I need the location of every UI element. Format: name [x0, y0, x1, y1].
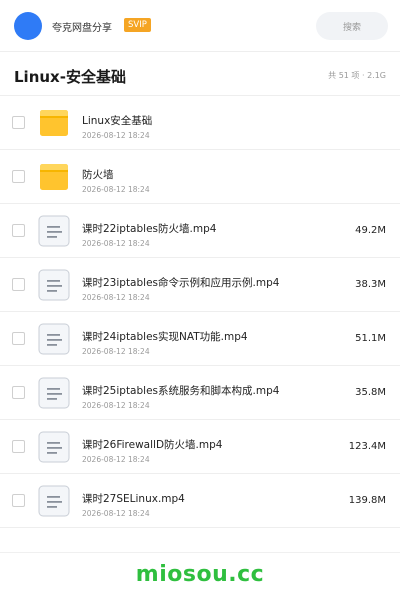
svip-badge: SVIP — [124, 18, 151, 32]
folder-icon — [38, 161, 70, 193]
watermark: miosou.cc — [135, 562, 265, 587]
file-name: 课时26FirewallD防火墙.mp4 — [82, 439, 223, 451]
file-list: Linux安全基础 2026-08-12 18:24 防火墙 2026-08-12 1… — [0, 96, 400, 528]
avatar[interactable] — [14, 12, 42, 40]
document-icon — [38, 215, 70, 247]
file-date: 2026-08-12 18:24 — [82, 131, 150, 140]
file-size: 49.2M — [355, 225, 386, 236]
document-icon — [38, 269, 70, 301]
row-checkbox[interactable] — [12, 494, 25, 507]
document-icon — [38, 485, 70, 517]
file-size: 139.8M — [348, 495, 386, 506]
file-row[interactable]: 课时27SELinux.mp4 2026-08-12 18:24 139.8M — [0, 474, 400, 528]
file-size: 35.8M — [355, 387, 386, 398]
row-checkbox[interactable] — [12, 332, 25, 345]
file-size: 51.1M — [355, 333, 386, 344]
file-name: Linux安全基础 — [82, 115, 153, 127]
file-size: 38.3M — [355, 279, 386, 290]
file-row[interactable]: 课时24iptables实现NAT功能.mp4 2026-08-12 18:24 5… — [0, 312, 400, 366]
file-row[interactable]: 课时22iptables防火墙.mp4 2026-08-12 18:24 49.2M — [0, 204, 400, 258]
file-date: 2026-08-12 18:24 — [82, 293, 150, 302]
row-checkbox[interactable] — [12, 386, 25, 399]
file-row[interactable]: 课时25iptables系统服务和脚本构成.mp4 2026-08-12 18:2… — [0, 366, 400, 420]
file-name: 防火墙 — [82, 169, 114, 181]
row-checkbox[interactable] — [12, 116, 25, 129]
document-icon — [38, 377, 70, 409]
file-date: 2026-08-12 18:24 — [82, 401, 150, 410]
row-checkbox[interactable] — [12, 278, 25, 291]
row-checkbox[interactable] — [12, 440, 25, 453]
folder-icon — [38, 107, 70, 139]
file-row[interactable]: 防火墙 2026-08-12 18:24 — [0, 150, 400, 204]
file-row[interactable]: 课时23iptables命令示例和应用示例.mp4 2026-08-12 18:2… — [0, 258, 400, 312]
file-name: 课时25iptables系统服务和脚本构成.mp4 — [82, 385, 280, 397]
file-row[interactable]: Linux安全基础 2026-08-12 18:24 — [0, 96, 400, 150]
file-date: 2026-08-12 18:24 — [82, 509, 150, 518]
file-name: 课时23iptables命令示例和应用示例.mp4 — [82, 277, 280, 289]
brand-label: 夸克网盘分享 — [52, 23, 112, 34]
file-date: 2026-08-12 18:24 — [82, 347, 150, 356]
row-checkbox[interactable] — [12, 224, 25, 237]
search-input[interactable]: 搜索 — [316, 12, 388, 40]
search-placeholder: 搜索 — [342, 22, 361, 33]
row-checkbox[interactable] — [12, 170, 25, 183]
folder-header: Linux-安全基础 共 51 项 · 2.1G — [0, 52, 400, 96]
file-date: 2026-08-12 18:24 — [82, 239, 150, 248]
file-size: 123.4M — [348, 441, 386, 452]
document-icon — [38, 431, 70, 463]
file-date: 2026-08-12 18:24 — [82, 185, 150, 194]
top-bar: 夸克网盘分享 SVIP 搜索 — [0, 0, 400, 52]
folder-meta: 共 51 项 · 2.1G — [328, 71, 386, 80]
file-name: 课时22iptables防火墙.mp4 — [82, 223, 217, 235]
file-name: 课时24iptables实现NAT功能.mp4 — [82, 331, 248, 343]
document-icon — [38, 323, 70, 355]
file-row[interactable]: 课时26FirewallD防火墙.mp4 2026-08-12 18:24 123.… — [0, 420, 400, 474]
page-title: Linux-安全基础 — [14, 68, 126, 86]
file-name: 课时27SELinux.mp4 — [82, 493, 185, 505]
file-date: 2026-08-12 18:24 — [82, 455, 150, 464]
